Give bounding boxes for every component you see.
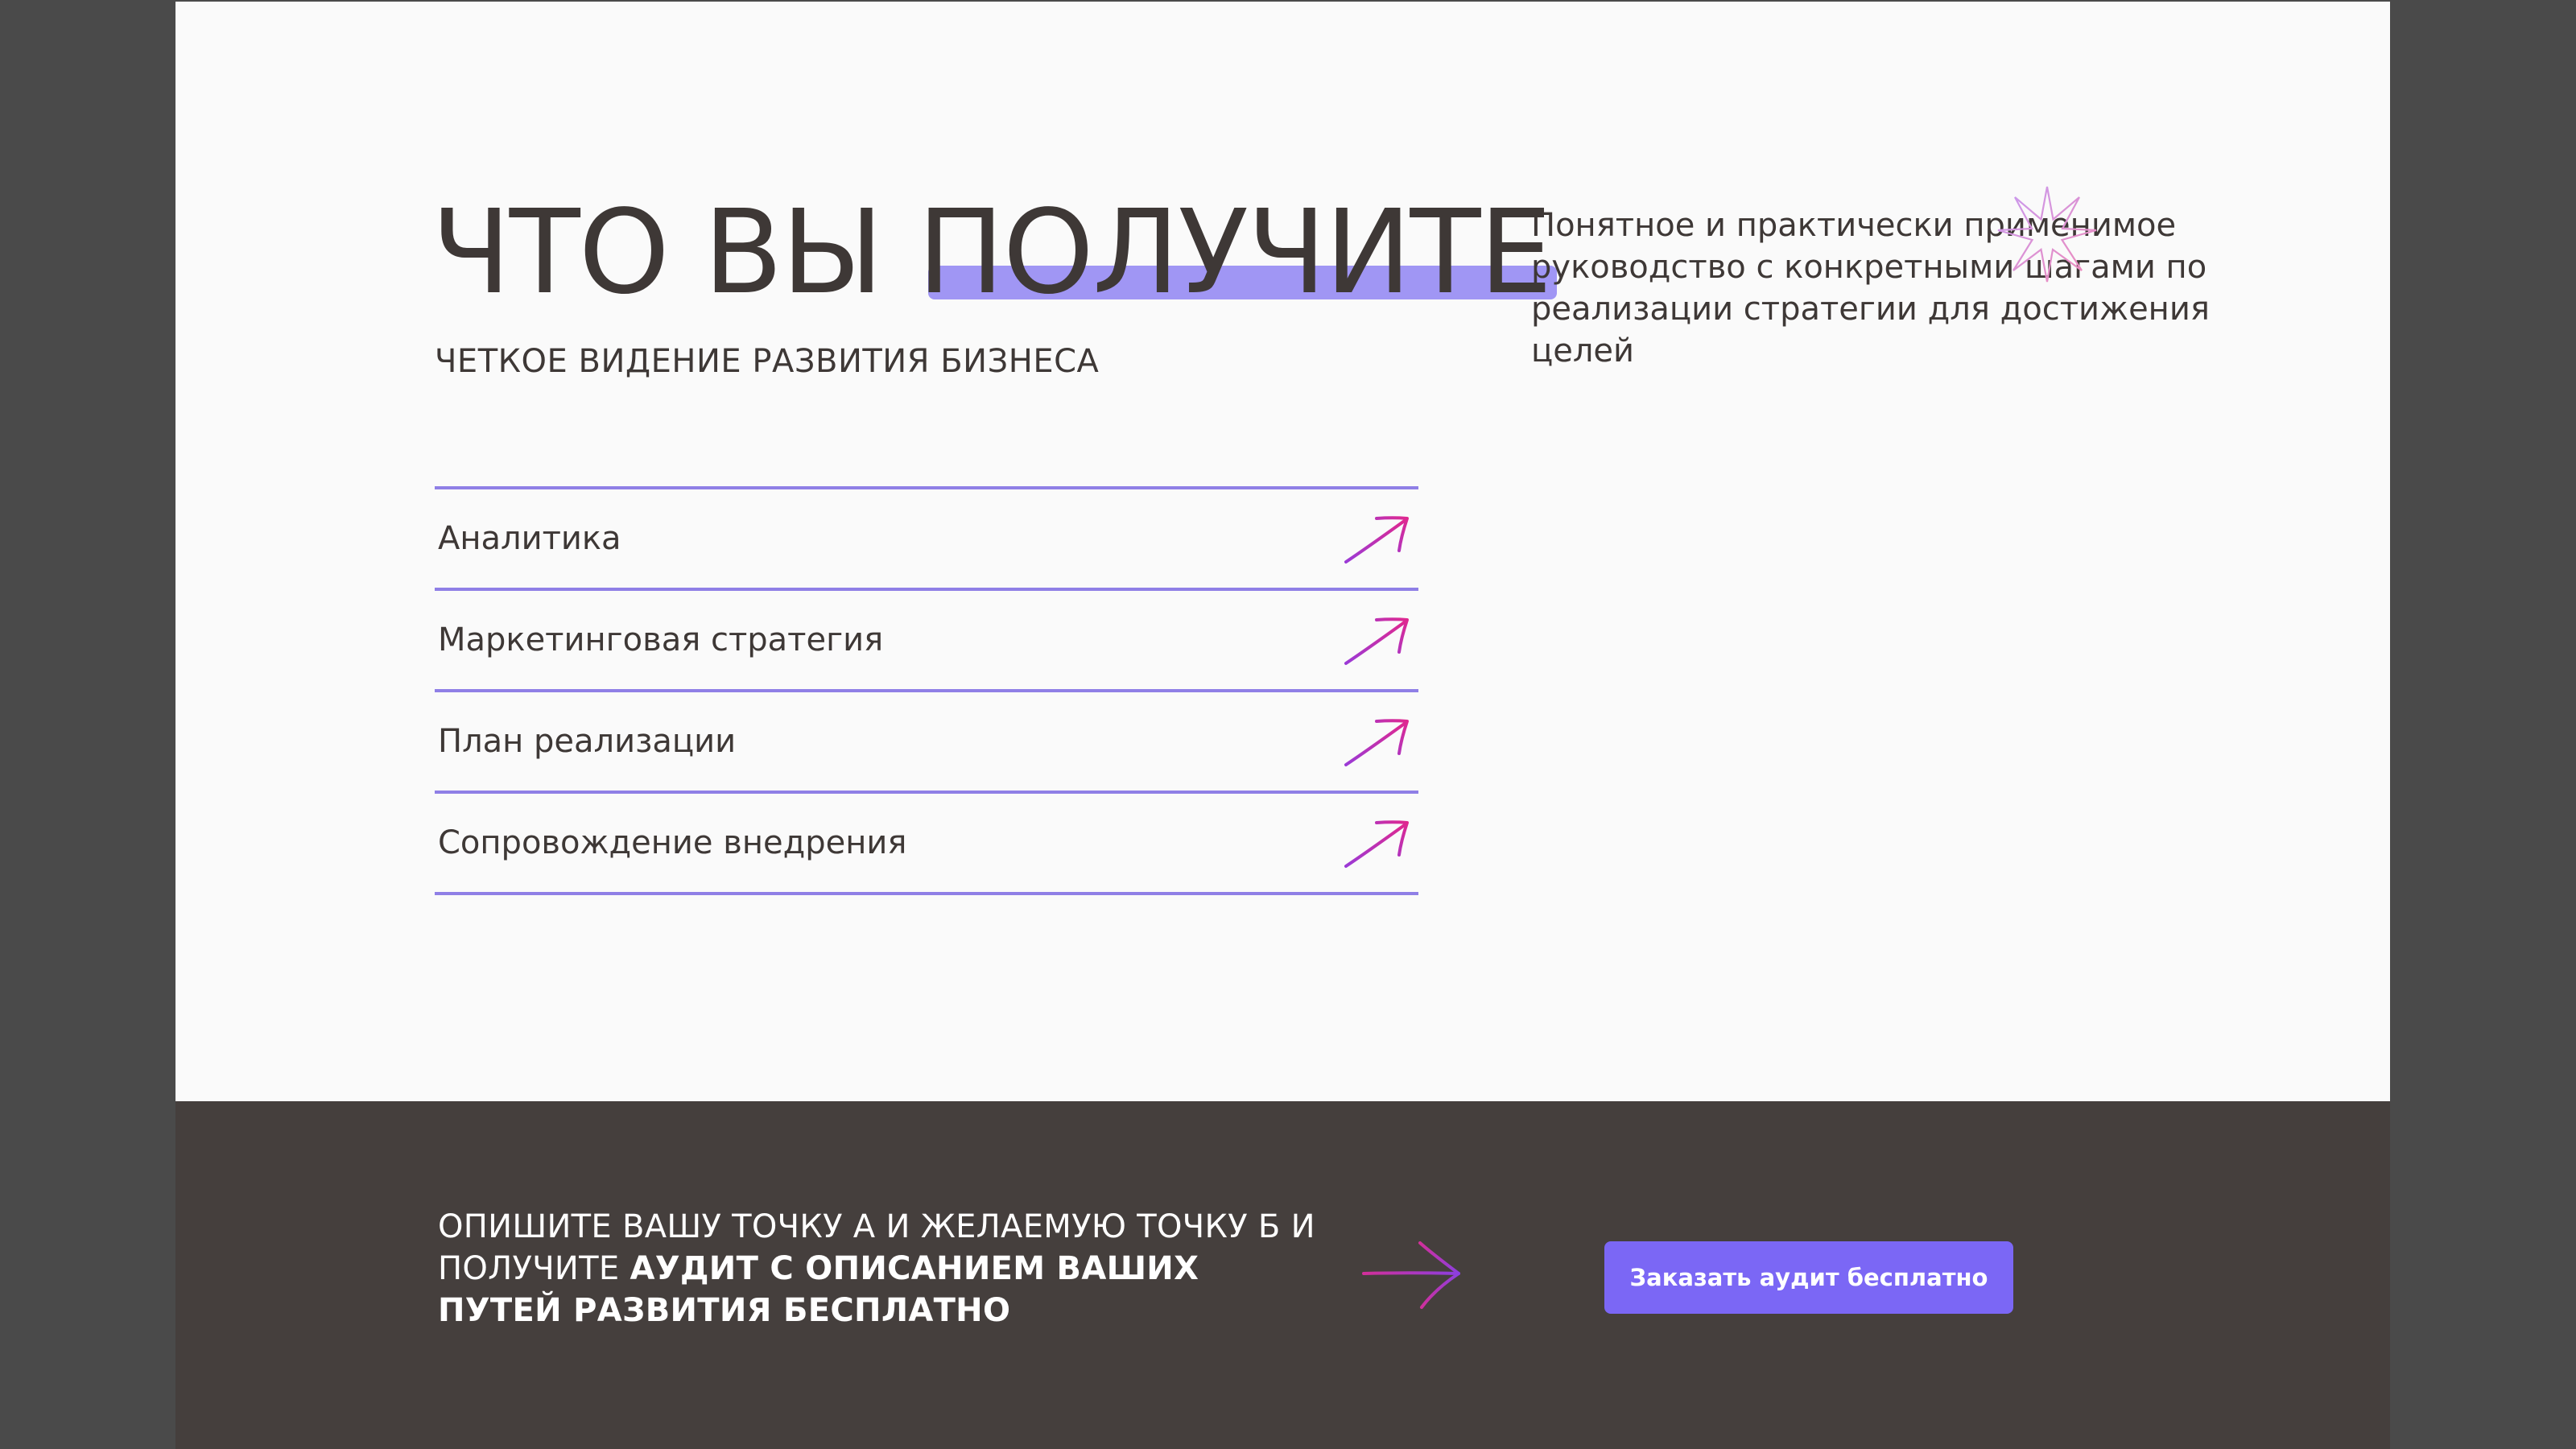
page-title-highlight-text: ПОЛУЧИТЕ [917,184,1552,320]
list-item-label: Сопровождение внедрения [438,824,907,861]
page-frame: ЧТО ВЫ ПОЛУЧИТЕ ЧЕТКОЕ ВИДЕНИЕ РАЗВИТИЯ … [175,2,2390,1449]
list-item-label: Маркетинговая стратегия [438,621,884,658]
features-list: Аналитика Маркетинговая стратегия План р… [435,486,1418,895]
list-item-label: Аналитика [438,520,621,557]
page-title-part1: ЧТО ВЫ [431,184,918,320]
page-subheading: ЧЕТКОЕ ВИДЕНИЕ РАЗВИТИЯ БИЗНЕСА [435,343,1100,380]
list-item-implementation-plan[interactable]: План реализации [435,692,1418,794]
arrow-up-right-icon [1344,719,1409,766]
arrow-right-icon [1362,1241,1460,1309]
list-item-marketing-strategy[interactable]: Маркетинговая стратегия [435,591,1418,692]
arrow-up-right-icon [1344,516,1409,564]
list-item-implementation-support[interactable]: Сопровождение внедрения [435,794,1418,895]
arrow-up-right-icon [1344,820,1409,868]
list-item-label: План реализации [438,723,737,760]
order-audit-button[interactable]: Заказать аудит бесплатно [1604,1241,2013,1314]
cta-section: ОПИШИТЕ ВАШУ ТОЧКУ А И ЖЕЛАЕМУЮ ТОЧКУ Б … [175,1101,2390,1449]
arrow-up-right-icon [1344,617,1409,665]
cta-text: ОПИШИТЕ ВАШУ ТОЧКУ А И ЖЕЛАЕМУЮ ТОЧКУ Б … [438,1206,1323,1331]
features-section: ЧТО ВЫ ПОЛУЧИТЕ ЧЕТКОЕ ВИДЕНИЕ РАЗВИТИЯ … [175,2,2390,1101]
page-title-highlight: ПОЛУЧИТЕ [917,184,1558,320]
sparkle-star-icon [1997,186,2097,283]
list-item-analytics[interactable]: Аналитика [435,489,1418,591]
description-text: Понятное и практически применимое руково… [1531,207,2210,369]
page-title: ЧТО ВЫ ПОЛУЧИТЕ [431,184,1558,320]
